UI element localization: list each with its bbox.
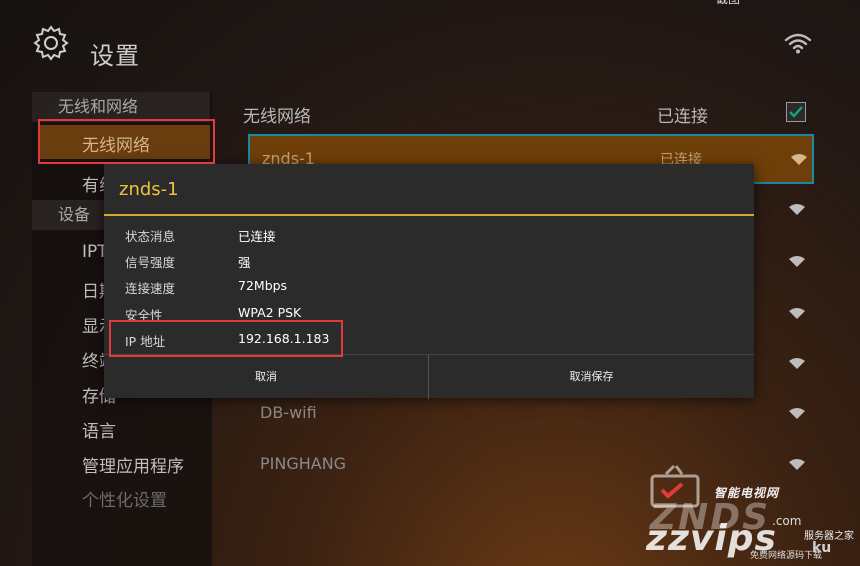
wifi-lock-icon	[789, 408, 805, 419]
network-name: DB-wifi	[260, 403, 317, 422]
info-label: 连接速度	[125, 281, 176, 296]
page-title: 设置	[90, 42, 140, 70]
wifi-status: 已连接	[657, 107, 708, 127]
header: 设置	[0, 0, 860, 88]
dialog-button-bar: 取消 取消保存	[104, 354, 754, 399]
cancel-button[interactable]: 取消	[104, 355, 428, 399]
info-value: 72Mbps	[238, 278, 288, 293]
check-icon	[789, 106, 803, 118]
wifi-lock-icon	[789, 358, 805, 369]
sidebar-item-language[interactable]: 语言	[82, 417, 116, 442]
info-value: 强	[238, 255, 251, 270]
wifi-lock-icon	[789, 256, 805, 267]
info-label: 信号强度	[125, 255, 176, 270]
wifi-heading: 无线网络	[243, 107, 311, 127]
watermark-com: .com	[772, 514, 802, 528]
watermark-tagline: 免费网络源码下载	[750, 551, 823, 561]
wifi-lock-icon	[789, 204, 805, 215]
sidebar-item-personalize[interactable]: 个性化设置	[82, 486, 167, 511]
network-info-dialog: znds-1 状态消息 已连接 信号强度 强 连接速度 72Mbps 安全性 W…	[104, 164, 754, 399]
dialog-divider	[104, 214, 754, 216]
gear-icon	[33, 25, 69, 61]
wifi-icon	[784, 33, 812, 54]
sidebar-item-apps[interactable]: 管理应用程序	[82, 452, 184, 477]
network-name: PINGHANG	[260, 454, 347, 473]
wifi-lock-icon	[789, 308, 805, 319]
forget-network-button[interactable]: 取消保存	[429, 355, 754, 399]
highlight-box-wifi	[38, 119, 215, 164]
wifi-lock-icon	[789, 459, 805, 470]
info-value: 已连接	[238, 229, 276, 244]
wifi-lock-icon	[791, 154, 807, 165]
info-label: 状态消息	[125, 229, 176, 244]
highlight-box-ip	[109, 320, 343, 357]
info-value: WPA2 PSK	[238, 305, 302, 320]
wifi-toggle-checkbox[interactable]	[786, 102, 806, 122]
dialog-title: znds-1	[119, 179, 179, 200]
sidebar-category-wireless: 无线和网络	[32, 92, 210, 122]
